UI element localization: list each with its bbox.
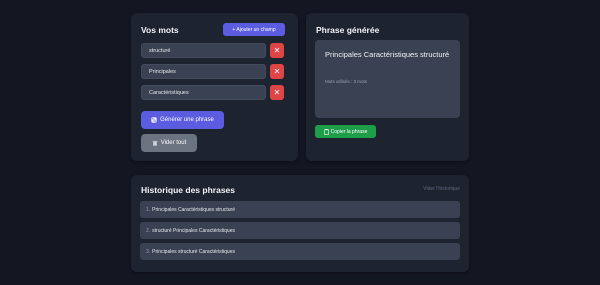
- clipboard-icon: [323, 128, 329, 135]
- trash-icon: [152, 140, 158, 146]
- words-panel-title: Vos mots: [141, 25, 179, 35]
- phrase-panel-title: Phrase générée: [316, 25, 380, 35]
- copy-phrase-label: Copier la phrase: [330, 128, 368, 135]
- generate-phrase-button[interactable]: Générer une phrase: [141, 111, 224, 129]
- history-panel-title: Historique des phrases: [141, 185, 236, 195]
- delete-word-button-2[interactable]: ✕: [270, 64, 284, 79]
- word-input-2[interactable]: [141, 64, 266, 79]
- close-icon: ✕: [273, 46, 281, 55]
- add-field-button[interactable]: + Ajouter un champ: [223, 23, 285, 36]
- history-item[interactable]: 1. Principales Caractéristiques structur…: [140, 201, 460, 218]
- clear-all-label: Vider tout: [160, 140, 187, 146]
- word-input-3[interactable]: [141, 85, 266, 100]
- history-item-text: Principales Caractéristiques structuré: [152, 206, 235, 213]
- generated-phrase: Principales Caractéristiques structuré: [325, 50, 450, 59]
- history-item[interactable]: 2. structuré Principales Caractéristique…: [140, 222, 460, 239]
- phrase-meta: Mots utilisés : 3 mots: [325, 79, 368, 84]
- clear-history-link[interactable]: Vider l'historique: [423, 186, 460, 192]
- history-item-number: 1.: [146, 206, 151, 213]
- phrase-panel: Phrase générée Principales Caractéristiq…: [306, 13, 469, 161]
- close-icon: ✕: [273, 88, 281, 97]
- delete-word-button-1[interactable]: ✕: [270, 43, 284, 58]
- close-icon: ✕: [273, 67, 281, 76]
- history-item-text: structuré Principales Caractéristiques: [152, 227, 235, 234]
- history-item-number: 2.: [146, 227, 151, 234]
- history-item-text: Principales structuré Caractéristiques: [152, 248, 235, 255]
- dice-icon: [151, 117, 157, 123]
- phrase-display: Principales Caractéristiques structuré M…: [315, 40, 460, 118]
- words-panel: Vos mots + Ajouter un champ ✕ ✕ ✕ Génére…: [131, 13, 298, 161]
- clear-all-button[interactable]: Vider tout: [141, 134, 197, 152]
- history-panel: Historique des phrases Vider l'historiqu…: [131, 175, 469, 272]
- word-input-1[interactable]: [141, 43, 266, 58]
- generate-phrase-label: Générer une phrase: [160, 117, 214, 123]
- delete-word-button-3[interactable]: ✕: [270, 85, 284, 100]
- copy-phrase-button[interactable]: Copier la phrase: [315, 125, 376, 138]
- history-item-number: 3.: [146, 248, 151, 255]
- history-item[interactable]: 3. Principales structuré Caractéristique…: [140, 243, 460, 260]
